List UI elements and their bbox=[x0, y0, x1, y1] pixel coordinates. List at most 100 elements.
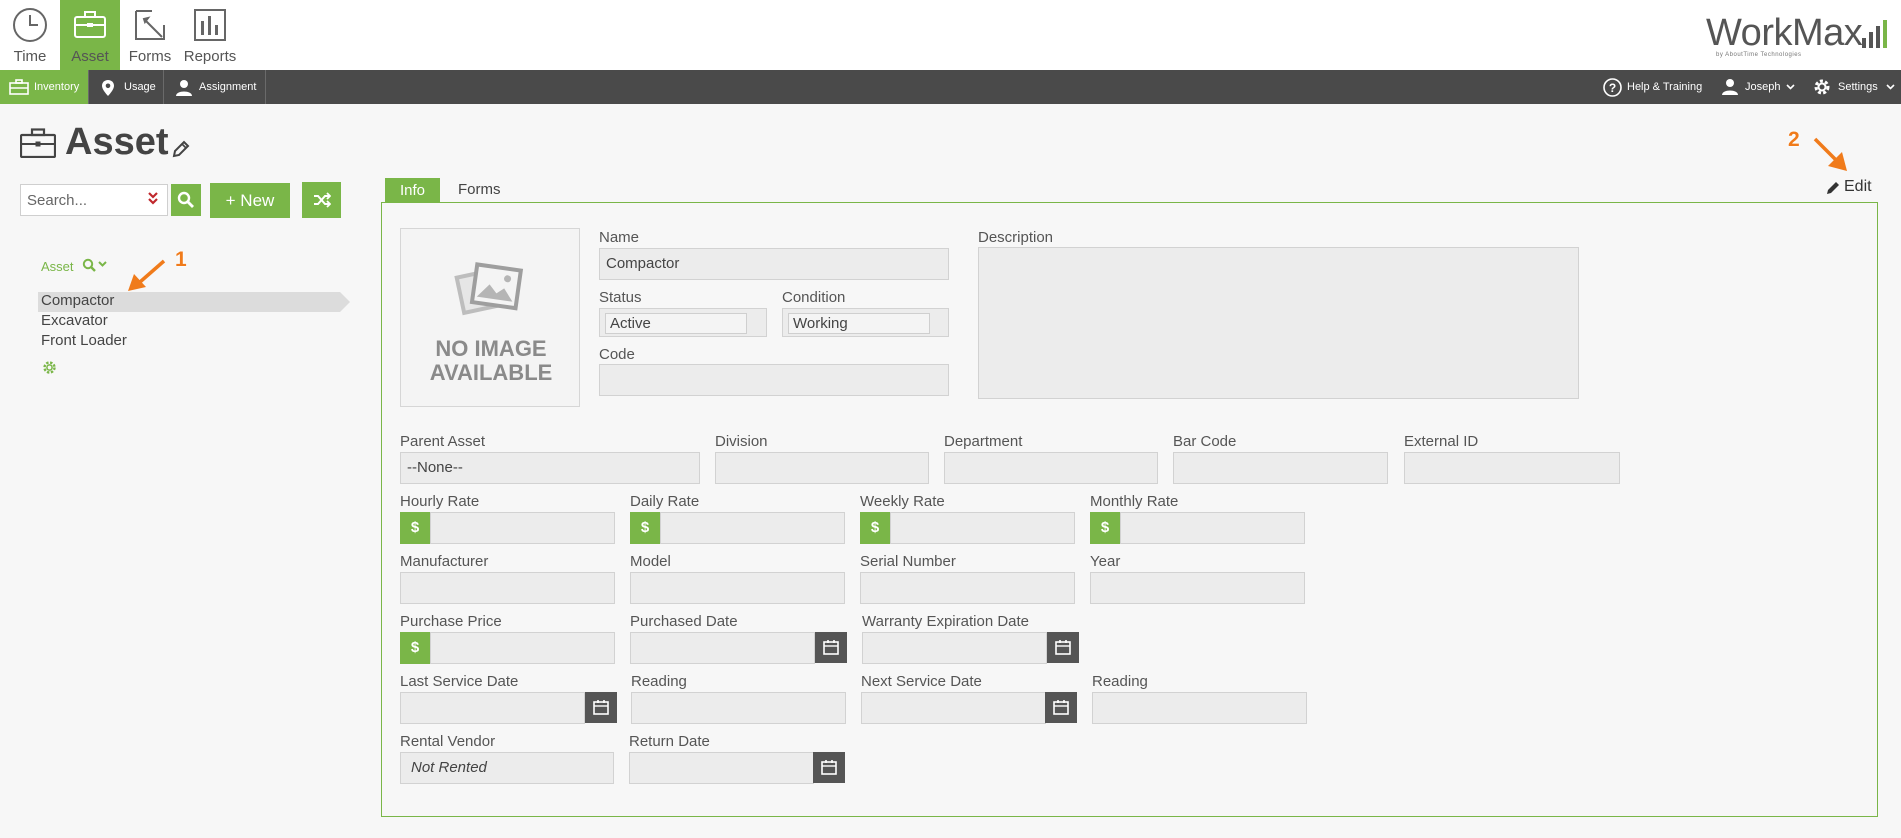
double-chevron-down-icon[interactable] bbox=[146, 190, 160, 208]
currency-addon: $ bbox=[1090, 512, 1120, 544]
return-date-field[interactable] bbox=[629, 752, 814, 784]
logo-text: WorkMax bbox=[1706, 12, 1863, 54]
new-button[interactable]: + New bbox=[210, 183, 290, 218]
tree-item-compactor[interactable]: Compactor bbox=[41, 292, 114, 309]
gear-icon[interactable] bbox=[42, 360, 57, 375]
next-service-date-picker[interactable] bbox=[1045, 692, 1077, 723]
calendar-icon bbox=[1055, 640, 1071, 655]
search-icon bbox=[177, 191, 194, 208]
settings-menu[interactable]: Settings bbox=[1812, 70, 1896, 104]
status-label: Status bbox=[599, 289, 642, 306]
condition-select[interactable]: Working bbox=[782, 308, 949, 337]
reading2-field[interactable] bbox=[1092, 692, 1307, 724]
last-service-date-field[interactable] bbox=[400, 692, 585, 724]
reading-label: Reading bbox=[631, 673, 687, 690]
workmax-logo: WorkMax by AboutTime Technologies bbox=[1706, 12, 1891, 58]
annotation-number-2: 2 bbox=[1788, 128, 1800, 151]
clock-icon bbox=[13, 8, 47, 42]
app-tab-label: Time bbox=[13, 48, 47, 65]
currency-addon: $ bbox=[400, 632, 430, 664]
bar-code-field[interactable] bbox=[1173, 452, 1388, 484]
department-field[interactable] bbox=[944, 452, 1158, 484]
serial-number-field[interactable] bbox=[860, 572, 1075, 604]
purchased-date-picker[interactable] bbox=[815, 632, 847, 663]
external-id-label: External ID bbox=[1404, 433, 1479, 450]
app-tab-label: Reports bbox=[183, 48, 237, 65]
tree-item-excavator[interactable]: Excavator bbox=[41, 312, 108, 329]
reports-icon bbox=[194, 9, 226, 41]
annotation-arrow-icon bbox=[128, 259, 166, 291]
user-menu[interactable]: Joseph bbox=[1721, 70, 1795, 104]
tree-item-front-loader[interactable]: Front Loader bbox=[41, 332, 127, 349]
nav-usage[interactable]: Usage bbox=[89, 70, 164, 104]
app-tab-time[interactable]: Time bbox=[0, 0, 60, 70]
tab-info[interactable]: Info bbox=[385, 178, 440, 203]
sub-navigation: Inventory Usage Assignment ? Help & Trai… bbox=[0, 70, 1901, 104]
forms-icon bbox=[135, 10, 165, 40]
rental-vendor-field[interactable]: Not Rented bbox=[400, 752, 614, 784]
external-id-field[interactable] bbox=[1404, 452, 1620, 484]
purchased-date-field[interactable] bbox=[630, 632, 815, 664]
manufacturer-field[interactable] bbox=[400, 572, 615, 604]
currency-addon: $ bbox=[400, 512, 430, 544]
app-tab-label: Asset bbox=[71, 48, 109, 65]
purchase-price-field[interactable] bbox=[430, 632, 615, 664]
help-training-link[interactable]: ? Help & Training bbox=[1603, 70, 1705, 104]
return-date-picker[interactable] bbox=[813, 752, 845, 783]
currency-addon: $ bbox=[630, 512, 660, 544]
warranty-date-field[interactable] bbox=[862, 632, 1047, 664]
bar-code-label: Bar Code bbox=[1173, 433, 1237, 450]
code-field[interactable] bbox=[599, 364, 949, 396]
parent-asset-select[interactable]: --None-- bbox=[400, 452, 700, 484]
nav-inventory[interactable]: Inventory bbox=[0, 70, 89, 104]
code-label: Code bbox=[599, 346, 635, 363]
app-tab-asset[interactable]: Asset bbox=[60, 0, 120, 70]
tree-search-icon[interactable] bbox=[82, 258, 112, 274]
briefcase-icon bbox=[74, 11, 106, 38]
tab-forms[interactable]: Forms bbox=[458, 181, 501, 198]
last-service-date-picker[interactable] bbox=[585, 692, 617, 723]
status-select[interactable]: Active bbox=[599, 308, 767, 337]
description-field[interactable] bbox=[978, 247, 1579, 399]
division-label: Division bbox=[715, 433, 768, 450]
year-field[interactable] bbox=[1090, 572, 1305, 604]
daily-rate-field[interactable] bbox=[660, 512, 845, 544]
user-icon bbox=[1722, 79, 1738, 95]
svg-text:?: ? bbox=[1609, 81, 1616, 95]
pencil-icon[interactable] bbox=[171, 139, 191, 159]
annotation-number-1: 1 bbox=[175, 248, 187, 271]
shuffle-button[interactable] bbox=[302, 182, 341, 218]
nav-label: Usage bbox=[124, 81, 156, 93]
status-value: Active bbox=[605, 313, 747, 334]
division-field[interactable] bbox=[715, 452, 929, 484]
name-label: Name bbox=[599, 229, 640, 246]
gear-icon bbox=[1814, 79, 1830, 95]
edit-button[interactable]: Edit bbox=[1825, 178, 1873, 198]
tree-header[interactable]: Asset bbox=[41, 259, 74, 274]
monthly-rate-field[interactable] bbox=[1120, 512, 1305, 544]
nav-assignment[interactable]: Assignment bbox=[164, 70, 266, 104]
reading-field[interactable] bbox=[631, 692, 846, 724]
edit-label: Edit bbox=[1844, 178, 1872, 195]
nav-label: Assignment bbox=[199, 81, 257, 93]
last-service-label: Last Service Date bbox=[400, 673, 519, 690]
chevron-down-icon bbox=[1786, 84, 1795, 90]
help-label: Help & Training bbox=[1627, 81, 1703, 93]
warranty-label: Warranty Expiration Date bbox=[862, 613, 1030, 630]
app-tab-label: Forms bbox=[128, 48, 172, 65]
briefcase-icon bbox=[9, 79, 29, 95]
hourly-rate-label: Hourly Rate bbox=[400, 493, 480, 510]
hourly-rate-field[interactable] bbox=[430, 512, 615, 544]
name-field[interactable]: Compactor bbox=[599, 248, 949, 280]
app-tab-reports[interactable]: Reports bbox=[180, 0, 240, 70]
help-icon: ? bbox=[1603, 78, 1622, 97]
parent-asset-label: Parent Asset bbox=[400, 433, 486, 450]
weekly-rate-field[interactable] bbox=[890, 512, 1075, 544]
search-input[interactable] bbox=[27, 191, 137, 209]
asset-image[interactable]: NO IMAGE AVAILABLE bbox=[400, 228, 580, 407]
search-button[interactable] bbox=[171, 184, 201, 216]
next-service-date-field[interactable] bbox=[861, 692, 1046, 724]
app-tab-forms[interactable]: Forms bbox=[120, 0, 180, 70]
model-field[interactable] bbox=[630, 572, 845, 604]
warranty-date-picker[interactable] bbox=[1047, 632, 1079, 663]
